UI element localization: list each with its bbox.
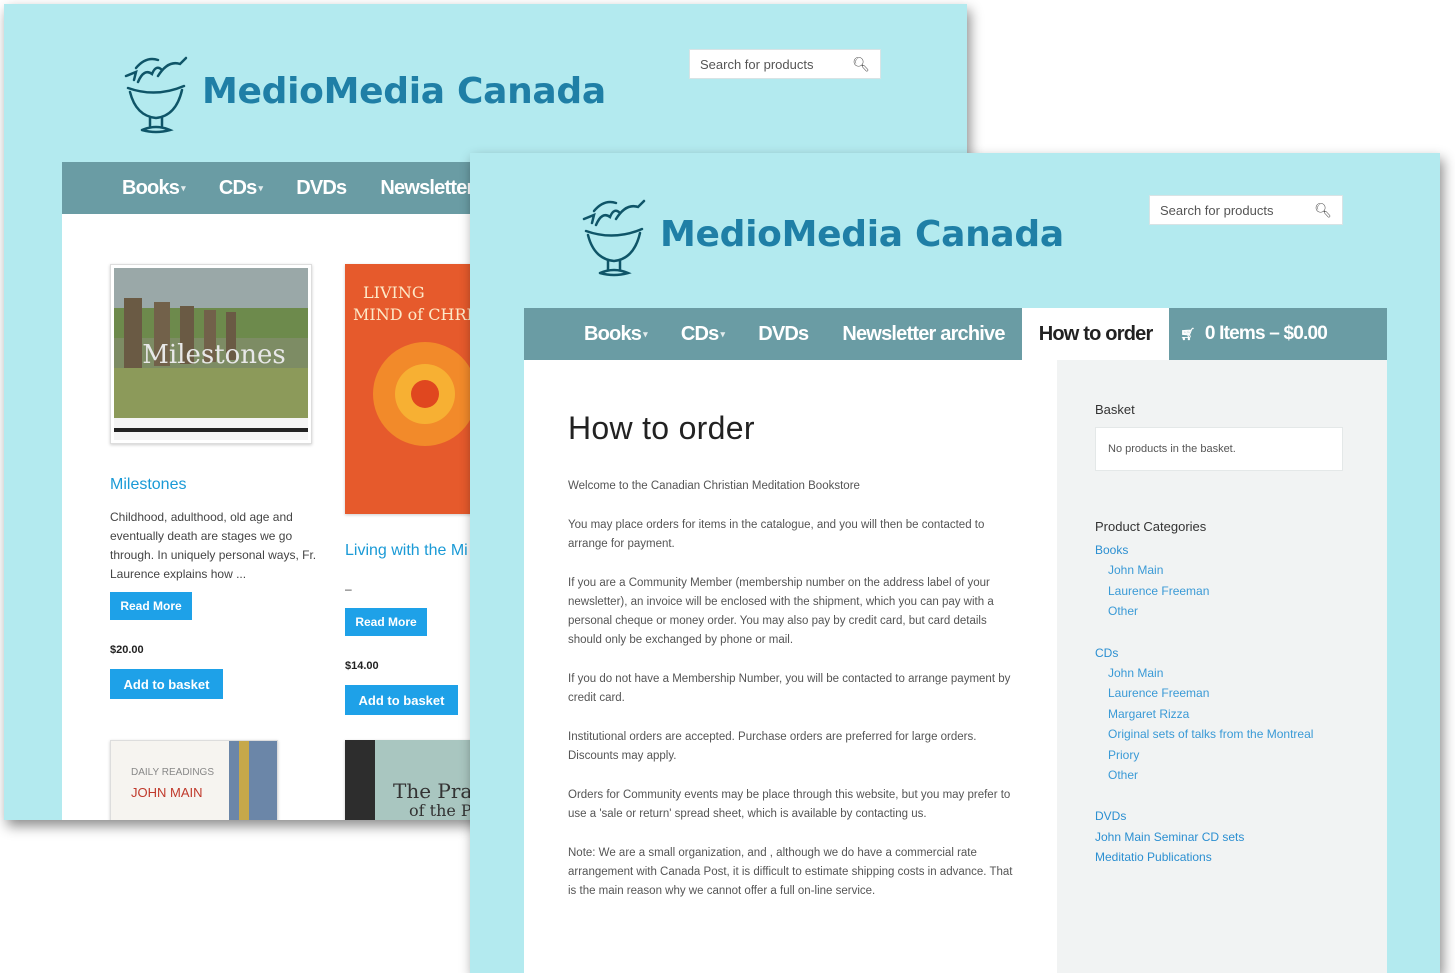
- search-icon[interactable]: 🔍︎: [852, 56, 870, 73]
- nav-newsletter-archive[interactable]: Newsletter archive: [825, 308, 1021, 360]
- category-link[interactable]: Original sets of talks from the Montreal: [1095, 724, 1343, 744]
- content-paragraph: You may place orders for items in the ca…: [568, 519, 985, 550]
- milestones-cover-art: Milestones: [114, 268, 308, 440]
- content-paragraph: Welcome to the Canadian Christian Medita…: [568, 480, 860, 492]
- product-cover-image[interactable]: The Pra of the Pri: [345, 740, 485, 820]
- product-description: Childhood, adulthood, old age and eventu…: [110, 510, 317, 581]
- chevron-down-icon: ▾: [258, 182, 263, 193]
- category-link[interactable]: Laurence Freeman: [1095, 683, 1343, 703]
- nav-newsletter-label: Newsletter archive: [842, 322, 1005, 345]
- nav-cds[interactable]: CDs ▾: [664, 308, 741, 360]
- content-paragraph: Orders for Community events may be place…: [568, 789, 1011, 820]
- cart-icon: 🛒︎: [1180, 327, 1195, 341]
- product-cover-image[interactable]: Milestones: [110, 264, 312, 444]
- category-link[interactable]: John Main Seminar CD sets: [1095, 827, 1343, 847]
- basket-widget: No products in the basket.: [1095, 427, 1343, 471]
- search-icon[interactable]: 🔍︎: [1314, 202, 1332, 219]
- add-to-basket-button[interactable]: Add to basket: [110, 669, 223, 699]
- category-link-dvds[interactable]: DVDs: [1095, 806, 1343, 826]
- category-link[interactable]: Laurence Freeman: [1095, 581, 1343, 601]
- cover-subtitle: JOHN MAIN: [131, 785, 203, 800]
- product-description: –: [345, 582, 352, 596]
- cover-title: LIVING: [363, 283, 425, 302]
- site-name: MedioMedia Canada: [202, 70, 606, 112]
- product-card: Milestones Milestones Childhood, adultho…: [110, 264, 330, 784]
- nav-cds[interactable]: CDs ▾: [202, 162, 279, 214]
- bird-bowl-logo-icon: [582, 199, 646, 277]
- category-spacer: [1095, 785, 1343, 806]
- search-input[interactable]: Search for products 🔍︎: [689, 49, 881, 79]
- search-placeholder: Search for products: [1160, 202, 1274, 218]
- category-link[interactable]: Other: [1095, 601, 1343, 621]
- page-title: How to order: [568, 410, 755, 446]
- content-paragraph: If you do not have a Membership Number, …: [568, 673, 1011, 704]
- cart-summary-text: 0 Items – $0.00: [1204, 323, 1328, 344]
- living-mind-cover-art: LIVING MIND of CHRI: [345, 264, 485, 514]
- content-paragraph: Note: We are a small organization, and ,…: [568, 847, 1013, 897]
- cover-title: The Pra: [393, 779, 472, 803]
- category-link-cds[interactable]: CDs: [1095, 643, 1343, 663]
- category-list: Books John Main Laurence Freeman Other C…: [1095, 540, 1343, 868]
- cover-subtitle: MIND of CHRI: [353, 305, 473, 324]
- site-logo[interactable]: MedioMedia Canada: [116, 46, 606, 136]
- product-price: $14.00: [345, 660, 379, 672]
- nav-books-label: Books: [584, 322, 642, 345]
- front-browser-window: MedioMedia Canada Search for products 🔍︎…: [470, 153, 1440, 973]
- chevron-down-icon: ▾: [720, 328, 725, 339]
- sidebar: Basket No products in the basket. Produc…: [1057, 360, 1387, 973]
- category-link[interactable]: John Main: [1095, 663, 1343, 683]
- read-more-button[interactable]: Read More: [345, 608, 427, 636]
- read-more-button[interactable]: Read More: [110, 592, 192, 620]
- site-name: MedioMedia Canada: [660, 213, 1064, 255]
- nav-dvds-label: DVDs: [296, 176, 347, 199]
- nav-dvds[interactable]: DVDs: [279, 162, 363, 214]
- product-cover-image[interactable]: DAILY READINGS JOHN MAIN: [110, 740, 278, 820]
- main-navigation: Books ▾ CDs ▾ DVDs Newsletter archive How …: [524, 308, 1387, 360]
- product-cover-image[interactable]: LIVING MIND of CHRI: [345, 264, 485, 514]
- product-price: $20.00: [110, 644, 144, 656]
- nav-how-to-order[interactable]: How to order: [1021, 308, 1170, 360]
- bird-bowl-logo-icon: [124, 56, 188, 134]
- practice-cover-art: The Pra of the Pri: [345, 740, 485, 820]
- category-link[interactable]: Priory: [1095, 745, 1343, 765]
- product-title-link[interactable]: Milestones: [110, 476, 186, 494]
- cover-title: DAILY READINGS: [131, 767, 214, 778]
- nav-cds-label: CDs: [680, 322, 719, 345]
- category-link[interactable]: Meditatio Publications: [1095, 847, 1343, 867]
- basket-empty-text: No products in the basket.: [1108, 443, 1236, 455]
- nav-books[interactable]: Books ▾: [62, 162, 202, 214]
- daily-readings-cover-art: DAILY READINGS JOHN MAIN: [111, 741, 277, 820]
- category-link[interactable]: Margaret Rizza: [1095, 704, 1343, 724]
- product-title-link[interactable]: Living with the Mi: [345, 542, 468, 560]
- search-placeholder: Search for products: [700, 56, 814, 72]
- chevron-down-icon: ▾: [181, 182, 185, 193]
- site-logo[interactable]: MedioMedia Canada: [574, 189, 1064, 279]
- cart-summary[interactable]: 🛒︎ 0 Items – $0.00: [1180, 308, 1387, 360]
- nav-how-to-order-label: How to order: [1038, 322, 1154, 345]
- category-link-books[interactable]: Books: [1095, 540, 1343, 560]
- nav-books[interactable]: Books ▾: [524, 308, 664, 360]
- chevron-down-icon: ▾: [643, 328, 647, 339]
- content-paragraph: If you are a Community Member (membershi…: [568, 577, 994, 646]
- nav-dvds-label: DVDs: [758, 322, 809, 345]
- nav-dvds[interactable]: DVDs: [741, 308, 825, 360]
- category-spacer: [1095, 622, 1343, 643]
- add-to-basket-button[interactable]: Add to basket: [345, 685, 458, 715]
- category-link[interactable]: John Main: [1095, 560, 1343, 580]
- nav-books-label: Books: [122, 176, 180, 199]
- cover-title: Milestones: [142, 340, 286, 370]
- nav-cds-label: CDs: [218, 176, 257, 199]
- basket-heading: Basket: [1095, 402, 1135, 417]
- category-link[interactable]: Other: [1095, 765, 1343, 785]
- search-input[interactable]: Search for products 🔍︎: [1149, 195, 1343, 225]
- content-paragraph: Institutional orders are accepted. Purch…: [568, 731, 977, 762]
- main-content: How to order Welcome to the Canadian Chr…: [524, 360, 1057, 973]
- categories-heading: Product Categories: [1095, 519, 1207, 534]
